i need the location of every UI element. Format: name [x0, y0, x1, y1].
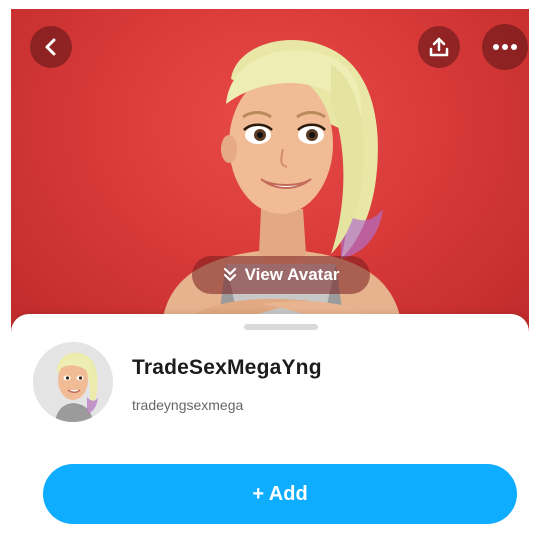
- avatar-hero: View Avatar: [11, 9, 529, 339]
- username: tradeyngsexmega: [132, 397, 244, 413]
- chevron-left-icon: [45, 38, 56, 56]
- sheet-drag-handle[interactable]: [244, 324, 318, 330]
- profile-screen: View Avatar TradeSexMegaYng tradeyngsexm…: [11, 9, 529, 531]
- avatar-thumbnail: [33, 342, 113, 422]
- add-friend-button[interactable]: + Add: [43, 464, 517, 524]
- double-chevron-down-icon: [223, 267, 236, 282]
- upload-share-icon: [429, 37, 449, 57]
- profile-sheet: TradeSexMegaYng tradeyngsexmega + Add: [11, 314, 529, 531]
- more-horizontal-icon: [493, 44, 517, 50]
- back-button[interactable]: [30, 26, 72, 68]
- more-options-button[interactable]: [482, 24, 528, 70]
- avatar[interactable]: [33, 342, 113, 422]
- display-name: TradeSexMegaYng: [132, 356, 322, 379]
- share-button[interactable]: [418, 26, 460, 68]
- view-avatar-button[interactable]: View Avatar: [192, 256, 370, 294]
- view-avatar-label: View Avatar: [244, 265, 340, 284]
